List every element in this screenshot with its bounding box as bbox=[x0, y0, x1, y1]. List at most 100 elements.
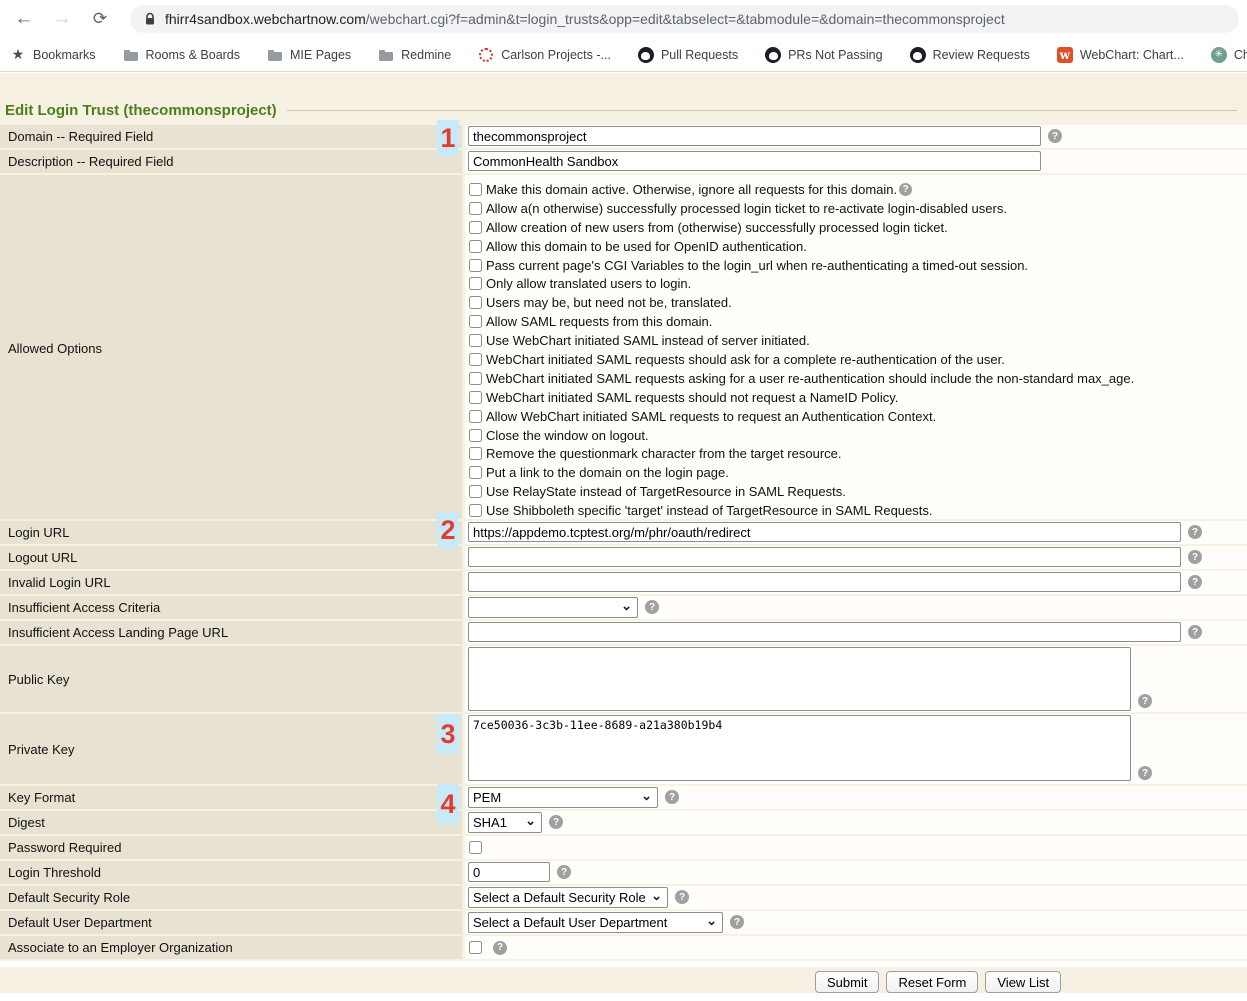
row-login-url: Login URL bbox=[0, 521, 1247, 544]
allowed-option-checkbox[interactable] bbox=[469, 447, 482, 460]
logout-url-input[interactable] bbox=[468, 547, 1181, 567]
help-icon[interactable] bbox=[493, 941, 507, 955]
allowed-option-row[interactable]: Put a link to the domain on the login pa… bbox=[468, 463, 1134, 482]
allowed-option-checkbox[interactable] bbox=[469, 504, 482, 517]
allowed-option-row[interactable]: Make this domain active. Otherwise, igno… bbox=[468, 180, 1134, 199]
annotation-badge-3: 3 bbox=[437, 714, 459, 754]
private-key-textarea[interactable]: 7ce50036-3c3b-11ee-8689-a21a380b19b4 bbox=[468, 715, 1131, 781]
allowed-option-checkbox[interactable] bbox=[469, 240, 482, 253]
allowed-option-row[interactable]: Use WebChart initiated SAML instead of s… bbox=[468, 331, 1134, 350]
help-icon[interactable] bbox=[665, 790, 679, 804]
bookmark-item[interactable]: Bookmarks bbox=[10, 47, 96, 63]
help-icon[interactable] bbox=[645, 600, 659, 614]
help-icon[interactable] bbox=[730, 915, 744, 929]
allowed-option-checkbox[interactable] bbox=[469, 429, 482, 442]
allowed-option-row[interactable]: Allow WebChart initiated SAML requests t… bbox=[468, 407, 1134, 426]
default-security-role-select[interactable]: Select a Default Security Role bbox=[468, 887, 668, 908]
allowed-option-row[interactable]: WebChart initiated SAML requests should … bbox=[468, 350, 1134, 369]
allowed-option-checkbox[interactable] bbox=[469, 259, 482, 272]
github-icon bbox=[910, 47, 926, 63]
bookmark-item[interactable]: PRs Not Passing bbox=[765, 47, 882, 63]
allowed-option-checkbox[interactable] bbox=[469, 353, 482, 366]
allowed-option-checkbox[interactable] bbox=[469, 391, 482, 404]
allowed-option-row[interactable]: Allow this domain to be used for OpenID … bbox=[468, 237, 1134, 256]
allowed-option-checkbox[interactable] bbox=[469, 485, 482, 498]
allowed-option-row[interactable]: Only allow translated users to login. bbox=[468, 274, 1134, 293]
help-icon[interactable] bbox=[1138, 694, 1152, 708]
bookmark-item[interactable]: MIE Pages bbox=[267, 47, 351, 63]
bookmark-item[interactable]: Review Requests bbox=[910, 47, 1030, 63]
view-list-button[interactable]: View List bbox=[985, 971, 1061, 993]
associate-employer-checkbox[interactable] bbox=[469, 941, 482, 954]
bookmark-item[interactable]: ChatGPT bbox=[1211, 47, 1247, 63]
allowed-option-row[interactable]: Allow creation of new users from (otherw… bbox=[468, 218, 1134, 237]
allowed-option-row[interactable]: WebChart initiated SAML requests asking … bbox=[468, 369, 1134, 388]
insufficient-access-landing-input[interactable] bbox=[468, 622, 1181, 642]
password-required-checkbox[interactable] bbox=[469, 841, 482, 854]
field-label-domain: Domain -- Required Field bbox=[0, 125, 462, 148]
allowed-option-row[interactable]: Remove the questionmark character from t… bbox=[468, 444, 1134, 463]
row-default-user-department: Default User Department Select a Default… bbox=[0, 911, 1247, 934]
back-icon[interactable]: ← bbox=[12, 8, 36, 30]
field-label-password-required: Password Required bbox=[0, 836, 462, 859]
default-user-department-select[interactable]: Select a Default User Department bbox=[468, 912, 723, 933]
row-private-key: Private Key 7ce50036-3c3b-11ee-8689-a21a… bbox=[0, 714, 1247, 784]
help-icon[interactable] bbox=[899, 183, 912, 196]
reload-icon[interactable]: ⟳ bbox=[88, 9, 112, 29]
help-icon[interactable] bbox=[1138, 766, 1152, 780]
bookmark-item[interactable]: Pull Requests bbox=[638, 47, 738, 63]
allowed-option-row[interactable]: Use Shibboleth specific 'target' instead… bbox=[468, 501, 1134, 520]
reset-form-button[interactable]: Reset Form bbox=[886, 971, 978, 993]
row-login-threshold: Login Threshold bbox=[0, 861, 1247, 884]
allowed-option-label: Allow this domain to be used for OpenID … bbox=[486, 239, 807, 254]
allowed-option-row[interactable]: Allow SAML requests from this domain. bbox=[468, 312, 1134, 331]
bookmark-item[interactable]: WebChart: Chart... bbox=[1057, 47, 1184, 63]
allowed-option-checkbox[interactable] bbox=[469, 277, 482, 290]
allowed-option-checkbox[interactable] bbox=[469, 334, 482, 347]
help-icon[interactable] bbox=[1048, 129, 1062, 143]
allowed-option-checkbox[interactable] bbox=[469, 183, 482, 196]
digest-select[interactable]: SHA1 bbox=[468, 812, 542, 833]
bookmark-item[interactable]: Carlson Projects -... bbox=[478, 47, 611, 63]
domain-input[interactable] bbox=[468, 126, 1041, 146]
bookmark-item[interactable]: Redmine bbox=[378, 47, 451, 63]
help-icon[interactable] bbox=[1188, 575, 1202, 589]
allowed-option-row[interactable]: Use RelayState instead of TargetResource… bbox=[468, 482, 1134, 501]
description-input[interactable] bbox=[468, 151, 1041, 171]
insufficient-access-criteria-select[interactable] bbox=[468, 597, 638, 618]
help-icon[interactable] bbox=[1188, 625, 1202, 639]
key-format-select[interactable]: PEM bbox=[468, 787, 658, 808]
allowed-option-checkbox[interactable] bbox=[469, 296, 482, 309]
bookmark-item[interactable]: Rooms & Boards bbox=[123, 47, 240, 63]
folder-icon bbox=[123, 47, 139, 63]
allowed-option-checkbox[interactable] bbox=[469, 410, 482, 423]
lock-icon[interactable] bbox=[144, 12, 156, 26]
allowed-option-checkbox[interactable] bbox=[469, 315, 482, 328]
submit-button[interactable]: Submit bbox=[815, 971, 879, 993]
forward-icon[interactable]: → bbox=[50, 8, 74, 30]
allowed-option-row[interactable]: Pass current page's CGI Variables to the… bbox=[468, 256, 1134, 275]
login-url-input[interactable] bbox=[468, 522, 1181, 542]
help-icon[interactable] bbox=[549, 815, 563, 829]
help-icon[interactable] bbox=[1188, 525, 1202, 539]
allowed-option-checkbox[interactable] bbox=[469, 202, 482, 215]
allowed-option-label: Close the window on logout. bbox=[486, 428, 649, 443]
url-bar[interactable]: fhirr4sandbox.webchartnow.com/webchart.c… bbox=[130, 5, 1239, 33]
allowed-option-label: Use WebChart initiated SAML instead of s… bbox=[486, 333, 810, 348]
public-key-textarea[interactable] bbox=[468, 647, 1131, 711]
row-insufficient-access-landing: Insufficient Access Landing Page URL bbox=[0, 621, 1247, 644]
form-buttons-bar: Submit Reset Form View List bbox=[0, 967, 1247, 997]
invalid-login-url-input[interactable] bbox=[468, 572, 1181, 592]
allowed-option-checkbox[interactable] bbox=[469, 466, 482, 479]
help-icon[interactable] bbox=[557, 865, 571, 879]
allowed-option-row[interactable]: WebChart initiated SAML requests should … bbox=[468, 388, 1134, 407]
allowed-option-row[interactable]: Users may be, but need not be, translate… bbox=[468, 293, 1134, 312]
allowed-option-checkbox[interactable] bbox=[469, 221, 482, 234]
allowed-option-row[interactable]: Allow a(n otherwise) successfully proces… bbox=[468, 199, 1134, 218]
help-icon[interactable] bbox=[1188, 550, 1202, 564]
url-domain: fhirr4sandbox.webchartnow.com bbox=[165, 11, 366, 27]
allowed-option-checkbox[interactable] bbox=[469, 372, 482, 385]
allowed-option-row[interactable]: Close the window on logout. bbox=[468, 426, 1134, 445]
help-icon[interactable] bbox=[675, 890, 689, 904]
login-threshold-input[interactable] bbox=[468, 862, 550, 882]
